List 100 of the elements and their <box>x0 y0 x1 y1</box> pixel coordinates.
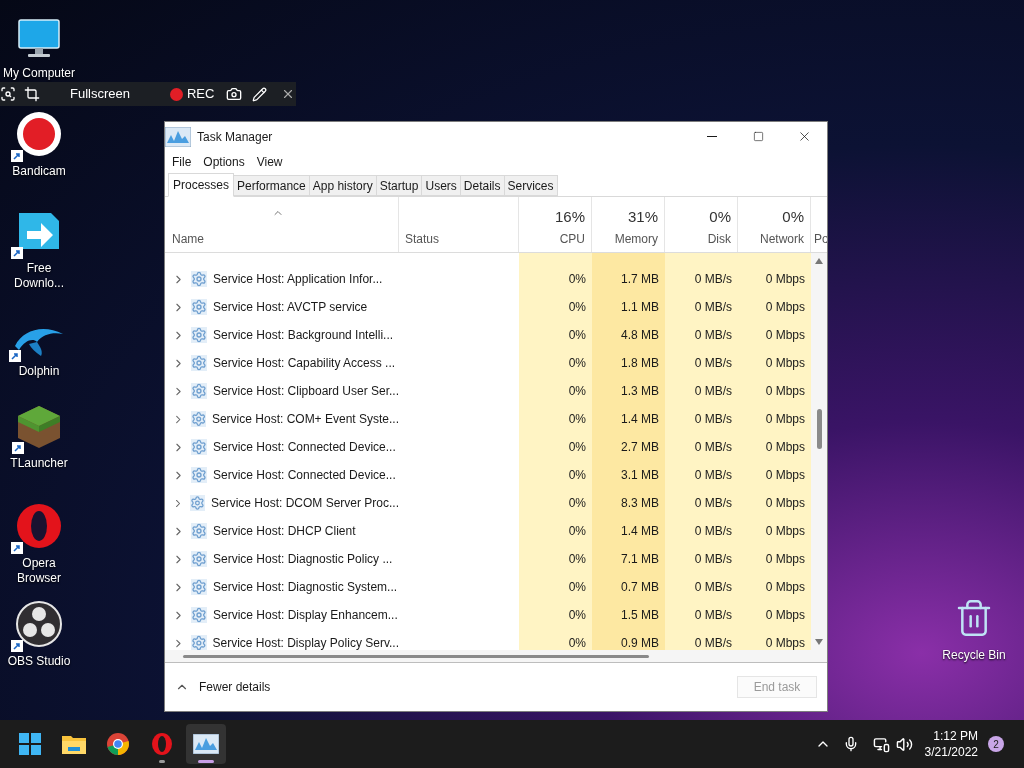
tab[interactable]: Startup <box>376 175 423 196</box>
gear-icon <box>191 523 207 539</box>
table-cell: 0% <box>519 321 592 349</box>
table-cell: 0 MB/s <box>665 321 738 349</box>
mode-label[interactable]: Fullscreen <box>70 84 130 104</box>
process-name: Service Host: Application Infor... <box>213 271 383 288</box>
table-cell: 0% <box>519 377 592 405</box>
table-cell: 0 MB/s <box>665 349 738 377</box>
usage-summary: 16% <box>554 206 585 227</box>
fewer-details-button[interactable]: Fewer details <box>175 678 271 696</box>
process-name: Service Host: Display Policy Serv... <box>212 635 399 650</box>
region-search-icon[interactable] <box>0 86 16 102</box>
camera-icon[interactable] <box>226 86 243 102</box>
process-name: Service Host: Diagnostic Policy ... <box>213 551 393 568</box>
menu-item[interactable]: File <box>167 153 197 171</box>
table-cell: 0 MB/s <box>665 405 738 433</box>
table-cell: 0 Mbps <box>738 321 811 349</box>
table-cell: 0 Mbps <box>738 433 811 461</box>
horizontal-scrollbar[interactable] <box>183 654 649 658</box>
process-name: Service Host: AVCTP service <box>213 299 368 316</box>
process-name: Service Host: Diagnostic System... <box>213 579 398 596</box>
table-cell: 0 Mbps <box>738 517 811 545</box>
desktop-icon-label[interactable]: Recycle Bin <box>942 646 1006 664</box>
monitor-icon <box>17 18 61 60</box>
pencil-icon[interactable] <box>252 86 268 102</box>
table-cell: 1.4 MB <box>592 517 665 545</box>
tab[interactable]: App history <box>309 175 377 196</box>
table-cell: 1.1 MB <box>592 293 665 321</box>
window-title: Task Manager <box>197 128 273 146</box>
column-header[interactable]: CPU <box>559 230 585 248</box>
taskbar-button[interactable] <box>186 724 226 764</box>
table-cell: 0 Mbps <box>738 349 811 377</box>
obs-icon <box>15 600 63 648</box>
process-name: Service Host: Connected Device... <box>213 439 396 456</box>
column-header[interactable]: Status <box>405 230 440 248</box>
desktop-icon-label[interactable]: Dolphin <box>2 364 76 379</box>
tab[interactable]: Processes <box>168 173 235 197</box>
desktop-icon-label[interactable]: My Computer <box>2 66 76 81</box>
maximize-icon <box>752 131 764 142</box>
table-cell: 7.1 MB <box>592 545 665 573</box>
process-name: Service Host: Capability Access ... <box>213 355 396 372</box>
clock-time[interactable]: 1:12 PM <box>933 728 978 744</box>
chart-icon <box>193 734 219 754</box>
table-cell: 0% <box>519 265 592 293</box>
process-name: Service Host: DCOM Server Proc... <box>210 495 399 512</box>
desktop-icon-label[interactable]: Free Downlo... <box>2 261 76 291</box>
table-cell: 0% <box>519 293 592 321</box>
table-cell: 0 Mbps <box>738 293 811 321</box>
gear-icon <box>191 299 207 315</box>
notification-badge[interactable]: 2 <box>988 736 1004 752</box>
desktop-icon-label[interactable]: Opera Browser <box>2 556 76 586</box>
menu-item[interactable]: Options <box>198 153 250 171</box>
tab[interactable]: Users <box>422 175 461 196</box>
table-cell: 0 MB/s <box>665 293 738 321</box>
table-cell: 0% <box>519 349 592 377</box>
chart-icon <box>165 126 191 147</box>
table-cell: 0% <box>519 573 592 601</box>
column-header[interactable]: Disk <box>707 230 731 248</box>
table-cell: 0% <box>519 629 592 650</box>
table-cell: 4.8 MB <box>592 321 665 349</box>
desktop-icon-label[interactable]: OBS Studio <box>2 654 76 669</box>
table-cell: 0 MB/s <box>665 629 738 650</box>
column-header[interactable]: Network <box>760 230 804 248</box>
table-cell: 0 Mbps <box>738 573 811 601</box>
desktop-icon-label[interactable]: TLauncher <box>2 456 76 471</box>
tab[interactable]: Performance <box>234 175 310 196</box>
usage-summary: 0% <box>709 206 731 227</box>
table-cell: 0 MB/s <box>665 489 738 517</box>
table-cell: 0% <box>519 405 592 433</box>
usage-summary: 31% <box>627 206 658 227</box>
crop-icon[interactable] <box>24 86 40 102</box>
clock-date[interactable]: 3/21/2022 <box>924 744 978 760</box>
table-cell: 1.4 MB <box>592 405 665 433</box>
table-cell: 1.5 MB <box>592 601 665 629</box>
table-cell: 0% <box>519 601 592 629</box>
column-header[interactable]: Memory <box>614 230 658 248</box>
scroll-down-icon[interactable] <box>814 638 824 646</box>
tab[interactable]: Services <box>504 175 558 196</box>
network-icon[interactable] <box>872 735 890 753</box>
table-cell: 1.3 MB <box>592 377 665 405</box>
record-button[interactable]: REC <box>169 84 215 104</box>
scroll-up-icon[interactable] <box>814 257 824 265</box>
scroll-thumb[interactable] <box>816 409 822 449</box>
process-name: Service Host: DHCP Client <box>213 523 356 540</box>
menu-item[interactable]: View <box>251 153 288 171</box>
tab[interactable]: Details <box>460 175 505 196</box>
table-cell: 0.9 MB <box>592 629 665 650</box>
gear-icon <box>191 579 207 595</box>
volume-icon[interactable] <box>895 735 913 753</box>
minimize-icon <box>707 136 717 137</box>
table-cell: 0 MB/s <box>665 433 738 461</box>
gear-icon <box>190 635 207 650</box>
gear-icon <box>191 271 207 287</box>
process-name: Service Host: Background Intelli... <box>213 327 394 344</box>
usage-summary: 0% <box>782 206 804 227</box>
column-header[interactable]: Name <box>172 230 204 248</box>
desktop-icon-label[interactable]: Bandicam <box>2 164 76 179</box>
table-cell: 0 MB/s <box>665 545 738 573</box>
vertical-scrollbar[interactable] <box>811 253 827 650</box>
table-cell: 3.1 MB <box>592 461 665 489</box>
